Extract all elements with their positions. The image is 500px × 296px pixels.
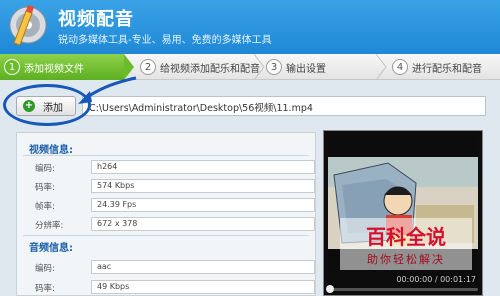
step-3[interactable]: 3 输出设置 (266, 54, 376, 80)
audio-codec-field: aac (91, 260, 315, 274)
step-number: 2 (140, 59, 156, 75)
video-preview-panel: 00:00:00 / 00:01:17 (323, 130, 483, 296)
app-logo-icon (9, 5, 47, 46)
file-path-field[interactable]: C:\Users\Administrator\Desktop\56视频\11.m… (82, 96, 486, 116)
watermark-subtitle: 助你轻松解决 (367, 253, 445, 266)
audio-bitrate-label: 码率: (35, 284, 55, 294)
watermark-title: 百科全说 (366, 225, 446, 249)
step-number: 1 (4, 59, 20, 75)
divider (23, 235, 309, 236)
app-header: 视频配音 锐动多媒体工具-专业、易用、免费的多媒体工具 (0, 0, 500, 54)
step-label: 给视频添加配乐和配音 (160, 63, 260, 75)
video-resolution-field: 672 x 378 (91, 217, 315, 231)
app-title: 视频配音 (58, 9, 134, 30)
audio-bitrate-field: 49 Kbps (91, 280, 315, 294)
video-bitrate-field: 574 Kbps (91, 179, 315, 193)
step-number: 4 (392, 59, 408, 75)
video-info-title: 视频信息: (29, 145, 73, 156)
divider (23, 155, 309, 156)
annotation-arrow-icon (78, 76, 137, 104)
step-separator (375, 54, 387, 80)
step-label: 输出设置 (286, 63, 326, 75)
video-framerate-field: 24.39 Fps (91, 198, 315, 212)
media-info-panel: 视频信息: 编码: h264 码率: 574 Kbps 帧率: 24.39 Fp… (16, 132, 316, 296)
watermark: 百科全说 助你轻松解决 (340, 218, 472, 270)
audio-codec-label: 编码: (35, 264, 55, 274)
app-subtitle: 锐动多媒体工具-专业、易用、免费的多媒体工具 (58, 35, 272, 46)
step-separator (253, 54, 265, 80)
video-codec-label: 编码: (35, 164, 55, 174)
seek-handle[interactable] (326, 285, 334, 293)
step-label: 进行配乐和配音 (412, 63, 482, 75)
step-label: 添加视频文件 (24, 63, 84, 75)
step-number: 3 (266, 59, 282, 75)
video-codec-field: h264 (91, 160, 315, 174)
video-framerate-label: 帧率: (35, 202, 55, 212)
audio-info-title: 音频信息: (29, 243, 73, 254)
seek-bar[interactable] (328, 288, 478, 291)
video-bitrate-label: 码率: (35, 183, 55, 193)
playback-time: 00:00:00 / 00:01:17 (396, 275, 476, 284)
step-4[interactable]: 4 进行配乐和配音 (392, 54, 500, 80)
step-2[interactable]: 2 给视频添加配乐和配音 (140, 54, 260, 80)
video-resolution-label: 分辨率: (35, 221, 64, 231)
